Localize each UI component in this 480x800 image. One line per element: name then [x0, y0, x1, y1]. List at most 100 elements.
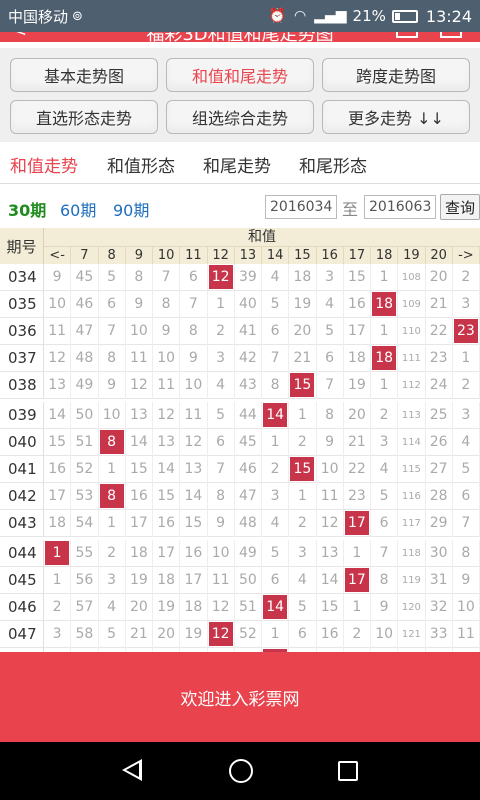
home-icon[interactable] — [440, 32, 462, 38]
hit-value: 14 — [263, 595, 288, 619]
omission-cell: 2 — [44, 594, 72, 621]
nav-back-icon[interactable] — [122, 759, 142, 781]
omission-cell: 31 — [426, 567, 453, 594]
omission-cell: 21 — [126, 621, 153, 648]
omission-cell: 29 — [426, 510, 453, 537]
omission-cell: 12 — [317, 510, 344, 537]
table-row: 035 10 46 6 9 8 7 1 40 5 19 4 16 18 109 21 3 — [0, 291, 480, 318]
period-bar: 30期 60期 90期 至 查询 — [0, 186, 480, 226]
welcome-banner[interactable]: 欢迎进入彩票网 — [0, 652, 480, 742]
period-cell: 042 — [0, 483, 44, 510]
omission-cell: 49 — [235, 540, 262, 567]
omission-cell: 18 — [344, 345, 371, 372]
sub-tab-3[interactable]: 和尾形态 — [299, 152, 367, 177]
omission-cell: 4 — [208, 372, 235, 399]
period-60[interactable]: 60期 — [60, 197, 96, 221]
omission-cell: 17 — [153, 540, 181, 567]
column-header: 20 — [426, 247, 453, 265]
omission-cell: 115 — [398, 456, 426, 483]
nav-home-icon[interactable] — [229, 759, 253, 783]
period-90[interactable]: 90期 — [113, 197, 149, 221]
omission-cell: 6 — [453, 483, 480, 510]
omission-cell: 16 — [44, 456, 72, 483]
omission-cell: 4 — [371, 456, 399, 483]
omission-cell: 46 — [71, 291, 99, 318]
period-cell: 045 — [0, 567, 44, 594]
omission-cell: 4 — [317, 291, 344, 318]
omission-cell: 47 — [71, 318, 99, 345]
omission-cell: 8 — [371, 567, 399, 594]
omission-cell: 14 — [180, 483, 208, 510]
omission-cell: 17 — [180, 567, 208, 594]
omission-cell: 5 — [289, 594, 317, 621]
omission-cell: 117 — [398, 510, 426, 537]
trend-button-3[interactable]: 直选形态走势 — [10, 100, 158, 134]
omission-cell: 52 — [235, 621, 262, 648]
omission-cell: 48 — [71, 345, 99, 372]
trend-button-1[interactable]: 和值和尾走势 — [166, 58, 314, 92]
omission-cell: 22 — [344, 456, 371, 483]
table-row: 036 11 47 7 10 9 8 2 41 6 20 5 17 1 110 22 23 — [0, 318, 480, 345]
trend-button-5[interactable]: 更多走势 ↓↓ — [322, 100, 470, 134]
omission-cell: 120 — [398, 594, 426, 621]
omission-cell: 15 — [126, 456, 153, 483]
omission-cell: 3 — [44, 621, 72, 648]
omission-cell: 23 — [426, 345, 453, 372]
omission-cell: 7 — [262, 345, 290, 372]
omission-cell: 30 — [426, 540, 453, 567]
omission-cell: 114 — [398, 429, 426, 456]
omission-cell: 9 — [44, 264, 72, 291]
trend-button-2[interactable]: 跨度走势图 — [322, 58, 470, 92]
hit-value: 8 — [99, 430, 124, 454]
period-column-header: 期号 — [0, 228, 44, 264]
column-header: 9 — [126, 247, 153, 265]
omission-cell: 1 — [344, 540, 371, 567]
omission-cell: 8 — [262, 372, 290, 399]
omission-cell: 1 — [208, 291, 235, 318]
column-header: -> — [453, 247, 480, 265]
hit-cell: 18 — [371, 345, 399, 372]
omission-cell: 2 — [289, 429, 317, 456]
query-button[interactable]: 查询 — [440, 194, 480, 220]
period-cell: 046 — [0, 594, 44, 621]
omission-cell: 17 — [344, 318, 371, 345]
omission-cell: 11 — [180, 402, 208, 429]
end-period-input[interactable] — [364, 195, 436, 219]
sub-tab-0[interactable]: 和值走势 — [10, 152, 78, 177]
omission-cell: 9 — [153, 318, 181, 345]
omission-cell: 19 — [180, 621, 208, 648]
nav-recent-apps-icon[interactable] — [338, 761, 358, 781]
omission-cell: 14 — [317, 567, 344, 594]
omission-cell: 56 — [71, 567, 99, 594]
trend-button-0[interactable]: 基本走势图 — [10, 58, 158, 92]
omission-cell: 19 — [289, 291, 317, 318]
period-30[interactable]: 30期 — [8, 197, 46, 221]
omission-cell: 9 — [317, 429, 344, 456]
omission-cell: 49 — [71, 372, 99, 399]
hit-value: 1 — [45, 541, 70, 565]
omission-cell: 28 — [426, 483, 453, 510]
start-period-input[interactable] — [265, 195, 337, 219]
omission-cell: 6 — [180, 264, 208, 291]
hit-value: 18 — [372, 346, 397, 370]
trend-button-4[interactable]: 组选综合走势 — [166, 100, 314, 134]
sub-tab-1[interactable]: 和值形态 — [107, 152, 175, 177]
omission-cell: 5 — [262, 540, 290, 567]
omission-cell: 7 — [453, 510, 480, 537]
sub-tab-2[interactable]: 和尾走势 — [203, 152, 271, 177]
omission-cell: 12 — [44, 345, 72, 372]
omission-cell: 3 — [208, 345, 235, 372]
hd-voice-icon: ⊚ — [72, 8, 83, 24]
omission-cell: 15 — [317, 594, 344, 621]
omission-cell: 3 — [99, 567, 126, 594]
carrier-name: 中国移动 — [8, 7, 69, 26]
omission-cell: 11 — [453, 621, 480, 648]
table-row: 042 17 53 8 16 15 14 8 47 3 1 11 23 5 116 28 6 — [0, 483, 480, 510]
chart-icon[interactable] — [396, 32, 418, 38]
omission-cell: 6 — [208, 429, 235, 456]
app-header: < 福彩3D和值和尾走势图 — [0, 32, 480, 42]
omission-cell: 41 — [235, 318, 262, 345]
omission-cell: 12 — [126, 372, 153, 399]
omission-cell: 32 — [426, 594, 453, 621]
column-header: 16 — [317, 247, 344, 265]
